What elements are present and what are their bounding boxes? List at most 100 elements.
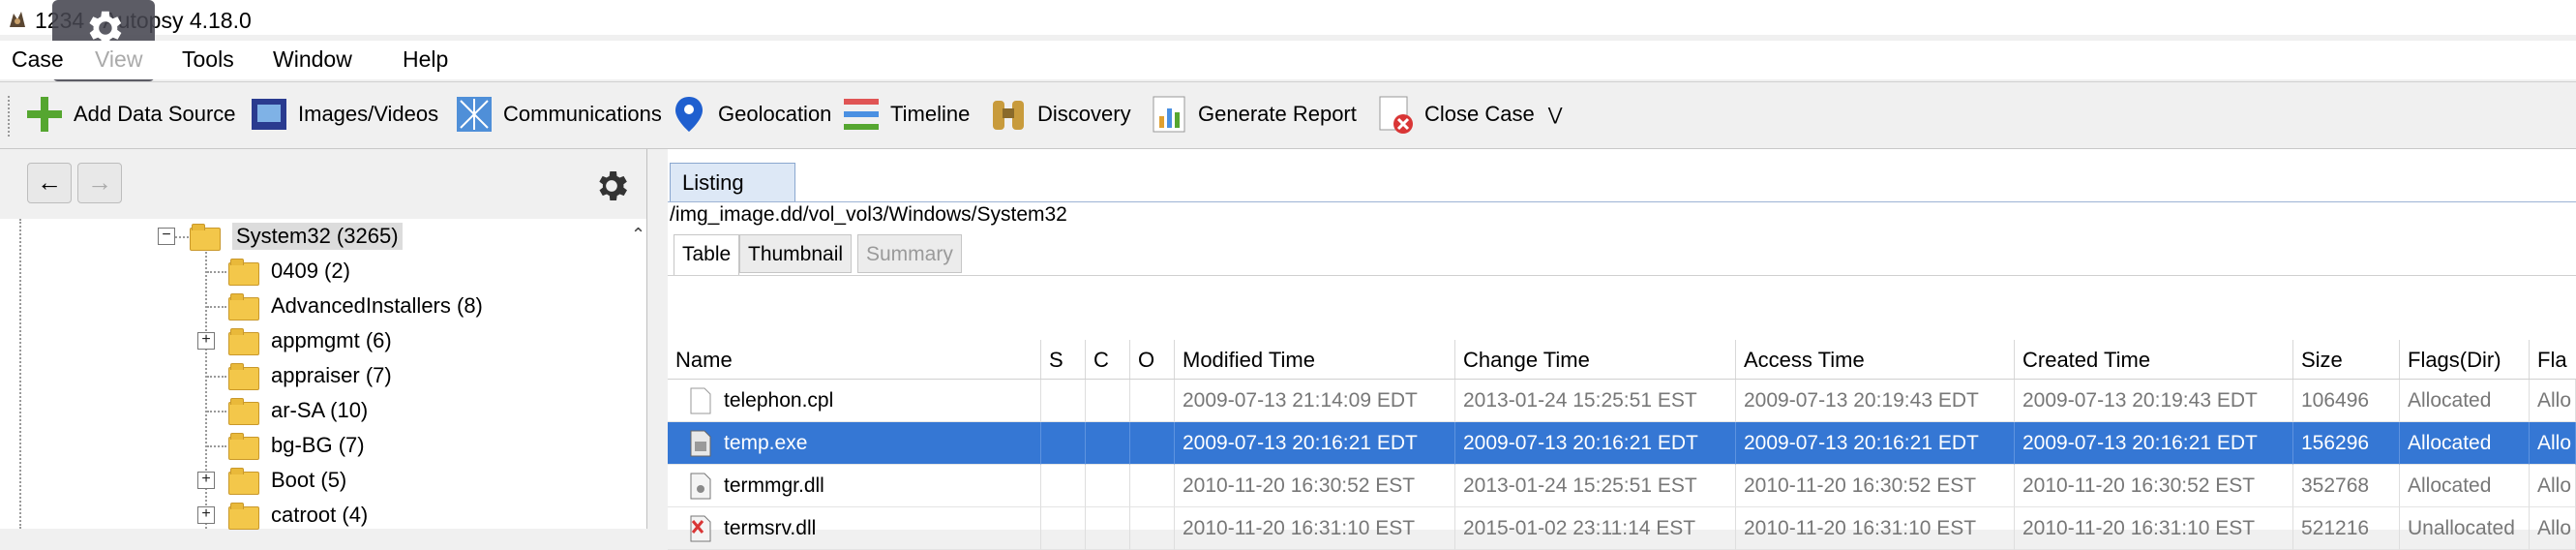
gallery-icon bbox=[248, 93, 290, 136]
cell-created-time: 2010-11-20 16:31:10 EST bbox=[2015, 507, 2293, 550]
tab-listing[interactable]: Listing bbox=[670, 163, 795, 201]
cell-s bbox=[1041, 422, 1086, 465]
tree-settings-gear-icon[interactable] bbox=[592, 167, 631, 210]
tree-item-label: appraiser (7) bbox=[271, 363, 392, 387]
toolbar-grip[interactable] bbox=[8, 96, 14, 137]
images-videos-button[interactable]: Images/Videos bbox=[248, 90, 438, 138]
tree-item-0409[interactable]: 0409 (2) bbox=[228, 254, 350, 289]
back-arrow-icon[interactable]: ← bbox=[27, 163, 72, 203]
tree-guide-line bbox=[207, 376, 226, 378]
cell-created-time: 2010-11-20 16:30:52 EST bbox=[2015, 465, 2293, 507]
add-data-source-button[interactable]: Add Data Source bbox=[23, 90, 236, 138]
file-name: termmgr.dll bbox=[724, 474, 824, 497]
menu-tools[interactable]: Tools bbox=[182, 46, 234, 73]
scroll-up-chevron-icon[interactable]: ⌃ bbox=[631, 225, 645, 245]
cell-modified-time: 2009-07-13 21:14:09 EDT bbox=[1175, 380, 1455, 422]
file-icon bbox=[690, 387, 711, 414]
table-row-selected[interactable]: temp.exe 2009-07-13 20:16:21 EDT 2009-07… bbox=[668, 422, 2576, 465]
menu-case[interactable]: Case bbox=[12, 46, 64, 73]
column-header-flags-dir[interactable]: Flags(Dir) bbox=[2400, 340, 2530, 379]
listing-pane: Listing /img_image.dd/vol_vol3/Windows/S… bbox=[668, 149, 2576, 550]
folder-icon bbox=[228, 503, 259, 530]
expand-toggle-icon[interactable]: + bbox=[197, 506, 215, 524]
tree-guide-line bbox=[19, 219, 21, 529]
file-name: temp.exe bbox=[724, 432, 808, 454]
folder-icon bbox=[190, 224, 221, 251]
tree-guide-line bbox=[207, 445, 226, 447]
cell-c bbox=[1086, 507, 1130, 550]
tree-guide-line bbox=[207, 411, 226, 412]
table-header: Name S C O Modified Time Change Time Acc… bbox=[668, 340, 2576, 380]
cell-o bbox=[1130, 507, 1175, 550]
tab-summary[interactable]: Summary bbox=[857, 234, 962, 273]
collapse-toggle-icon[interactable]: − bbox=[158, 228, 175, 245]
column-header-size[interactable]: Size bbox=[2293, 340, 2400, 379]
tree-item-bg-bg[interactable]: bg-BG (7) bbox=[228, 428, 365, 463]
tree-item-system32[interactable]: System32 (3265) bbox=[190, 219, 403, 254]
communications-button[interactable]: Communications bbox=[453, 90, 662, 138]
binoculars-icon bbox=[987, 93, 1030, 136]
folder-icon bbox=[228, 328, 259, 355]
cell-name: termsrv.dll bbox=[668, 507, 1041, 550]
cell-o bbox=[1130, 422, 1175, 465]
folder-icon bbox=[228, 398, 259, 425]
expand-toggle-icon[interactable]: + bbox=[197, 472, 215, 489]
cell-flags-meta: Allo bbox=[2530, 380, 2576, 422]
cell-c bbox=[1086, 380, 1130, 422]
tab-divider bbox=[668, 201, 2576, 202]
tree-item-appraiser[interactable]: appraiser (7) bbox=[228, 358, 392, 393]
tree-item-label: appmgmt (6) bbox=[271, 328, 392, 352]
column-header-c[interactable]: C bbox=[1086, 340, 1130, 379]
menu-bar: Case View Tools Window Help bbox=[0, 41, 2576, 79]
column-header-name[interactable]: Name bbox=[668, 340, 1041, 379]
generate-report-button[interactable]: Generate Report bbox=[1148, 90, 1357, 138]
close-case-button[interactable]: Close Case ⋁ bbox=[1374, 90, 1562, 138]
column-header-change-time[interactable]: Change Time bbox=[1455, 340, 1736, 379]
tree-item-label: Boot (5) bbox=[271, 468, 347, 492]
cell-flags-meta: Allo bbox=[2530, 422, 2576, 465]
tree-item-advancedinstallers[interactable]: AdvancedInstallers (8) bbox=[228, 289, 483, 323]
tree-guide-line bbox=[207, 306, 226, 308]
tab-table[interactable]: Table bbox=[674, 234, 740, 275]
toolbar-overflow-chevron-icon[interactable]: ⋁ bbox=[1548, 105, 1563, 125]
cell-name: termmgr.dll bbox=[668, 465, 1041, 507]
table-row[interactable]: termsrv.dll 2010-11-20 16:31:10 EST 2015… bbox=[668, 507, 2576, 550]
tree-item-label: AdvancedInstallers (8) bbox=[271, 293, 483, 318]
forward-arrow-icon[interactable]: → bbox=[77, 163, 122, 203]
column-header-flags-meta[interactable]: Fla bbox=[2530, 340, 2576, 379]
cell-modified-time: 2010-11-20 16:30:52 EST bbox=[1175, 465, 1455, 507]
menu-window[interactable]: Window bbox=[273, 46, 352, 73]
timeline-button[interactable]: Timeline bbox=[840, 90, 970, 138]
column-header-s[interactable]: S bbox=[1041, 340, 1086, 379]
tree-item-label: System32 (3265) bbox=[232, 223, 403, 250]
title-bar: 1234 - Autopsy 4.18.0 bbox=[0, 0, 2576, 35]
column-header-created-time[interactable]: Created Time bbox=[2015, 340, 2293, 379]
main-toolbar: Add Data Source Images/Videos Communicat… bbox=[0, 81, 2576, 149]
tree-item-ar-sa[interactable]: ar-SA (10) bbox=[228, 393, 368, 428]
cell-created-time: 2009-07-13 20:16:21 EDT bbox=[2015, 422, 2293, 465]
tree-item-appmgmt[interactable]: appmgmt (6) bbox=[228, 323, 392, 358]
tree-item-catroot[interactable]: catroot (4) bbox=[228, 498, 368, 533]
cell-access-time: 2010-11-20 16:31:10 EST bbox=[1736, 507, 2015, 550]
cell-flags-dir: Allocated bbox=[2400, 380, 2530, 422]
column-header-access-time[interactable]: Access Time bbox=[1736, 340, 2015, 379]
table-row[interactable]: telephon.cpl 2009-07-13 21:14:09 EDT 201… bbox=[668, 380, 2576, 422]
add-data-source-label: Add Data Source bbox=[74, 102, 236, 126]
tree-nav-strip: ← → bbox=[0, 149, 646, 219]
cell-created-time: 2009-07-13 20:19:43 EDT bbox=[2015, 380, 2293, 422]
cell-o bbox=[1130, 380, 1175, 422]
tab-thumbnail[interactable]: Thumbnail bbox=[739, 234, 853, 273]
cell-s bbox=[1041, 380, 1086, 422]
geolocation-button[interactable]: Geolocation bbox=[668, 90, 831, 138]
cell-change-time: 2009-07-13 20:16:21 EDT bbox=[1455, 422, 1736, 465]
column-header-modified-time[interactable]: Modified Time bbox=[1175, 340, 1455, 379]
table-row[interactable]: termmgr.dll 2010-11-20 16:30:52 EST 2013… bbox=[668, 465, 2576, 507]
expand-toggle-icon[interactable]: + bbox=[197, 332, 215, 350]
menu-view[interactable]: View bbox=[95, 46, 142, 73]
tree-item-boot[interactable]: Boot (5) bbox=[228, 463, 346, 498]
cell-flags-meta: Allo bbox=[2530, 465, 2576, 507]
column-header-o[interactable]: O bbox=[1130, 340, 1175, 379]
menu-help[interactable]: Help bbox=[403, 46, 448, 73]
timeline-label: Timeline bbox=[890, 102, 971, 126]
discovery-button[interactable]: Discovery bbox=[987, 90, 1131, 138]
